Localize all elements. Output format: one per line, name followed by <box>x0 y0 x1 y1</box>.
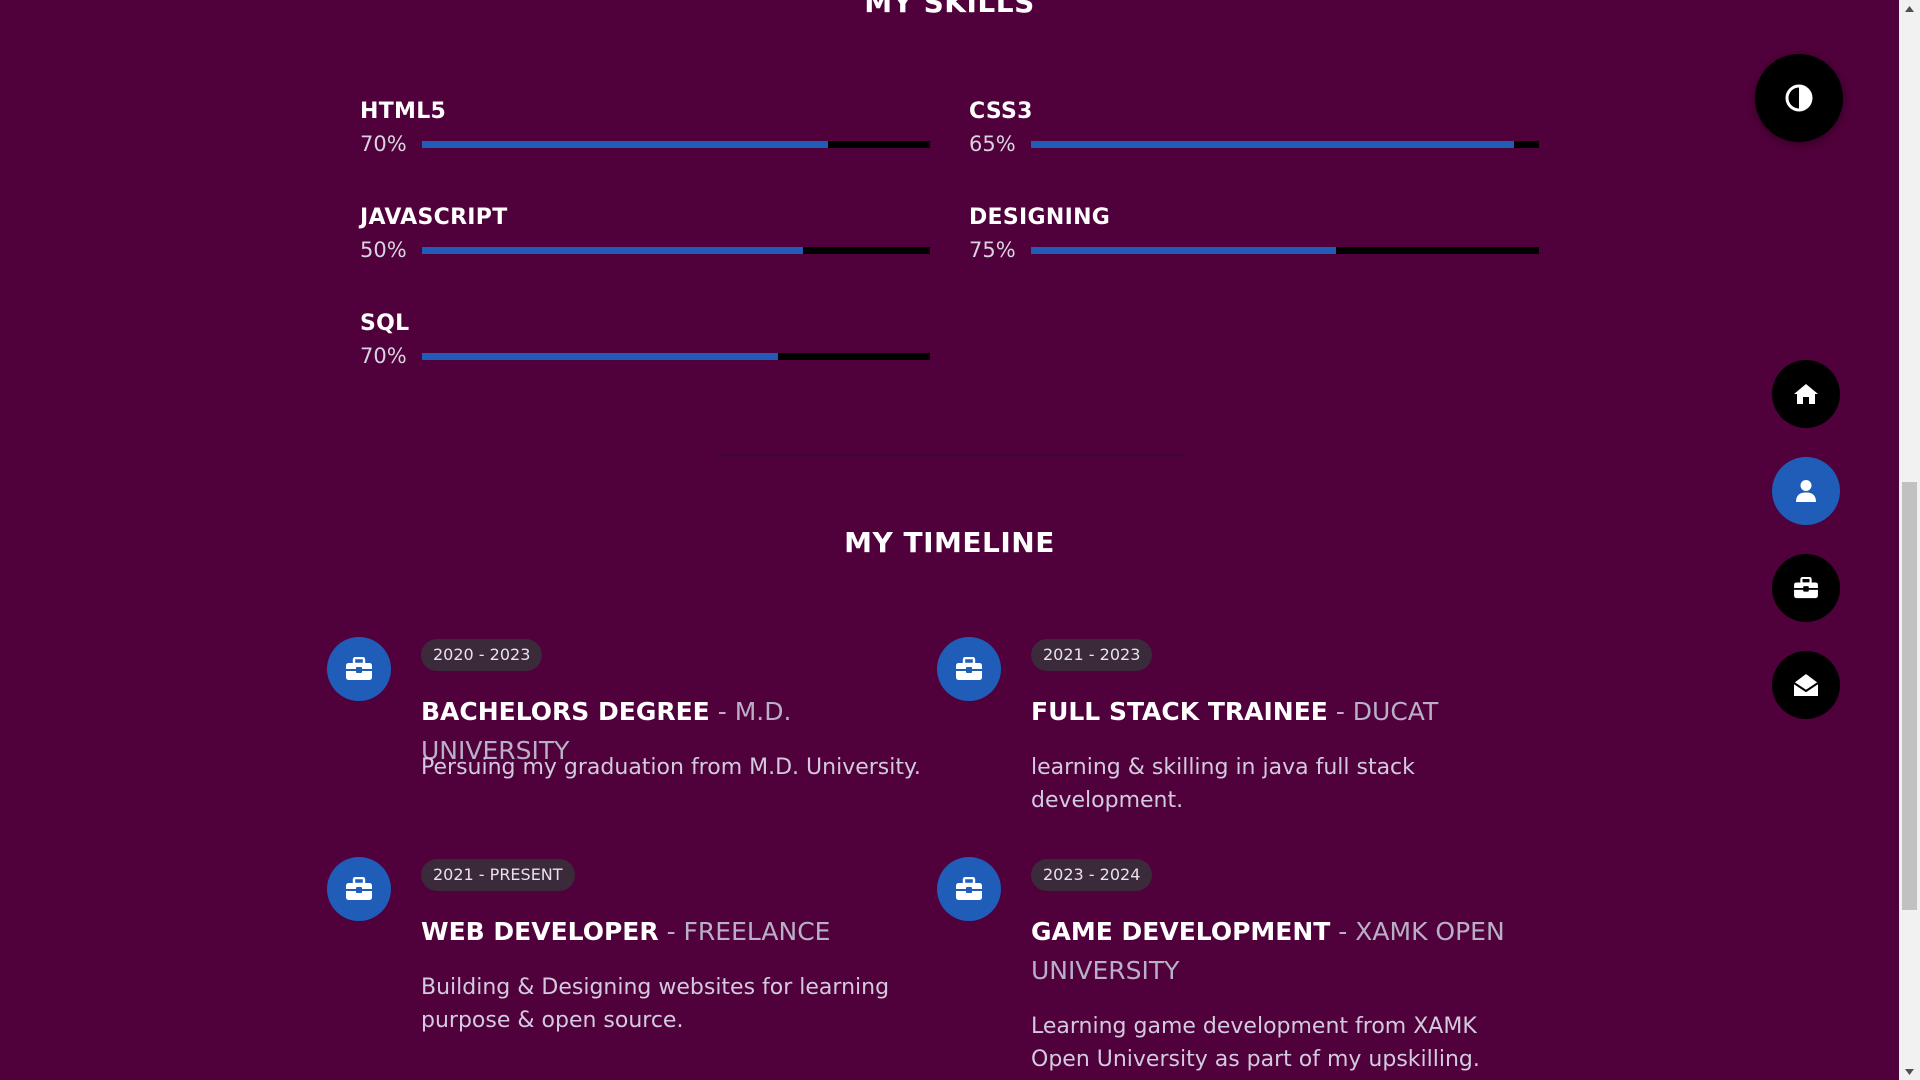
skill-item: SQL 70% <box>360 309 930 373</box>
timeline-description: learning & skilling in java full stack d… <box>1031 755 1415 813</box>
skill-bar-track <box>1031 246 1539 254</box>
skill-percent: 70% <box>360 344 407 368</box>
skill-percent: 70% <box>360 132 407 156</box>
timeline-separator: - <box>658 917 684 946</box>
nav-about-button[interactable] <box>1772 457 1840 525</box>
skills-title: MY SKILLS <box>864 0 1035 19</box>
briefcase-icon <box>1794 577 1818 599</box>
timeline-description: Learning game development from XAMK Open… <box>1031 1014 1480 1072</box>
skill-name: JAVASCRIPT <box>360 205 508 230</box>
timeline-role: FULL STACK TRAINEE <box>1031 697 1328 726</box>
envelope-open-icon <box>1793 674 1819 696</box>
skill-bar-track <box>422 140 930 148</box>
page-scrollbar[interactable] <box>1899 0 1920 1080</box>
skill-name: SQL <box>360 311 410 336</box>
skill-bar-track <box>422 246 930 254</box>
timeline-date-badge: 2023 - 2024 <box>1031 859 1153 891</box>
section-divider <box>716 454 1186 456</box>
skill-bar-fill <box>422 246 803 254</box>
skill-bar-fill <box>422 140 829 148</box>
skill-name: HTML5 <box>360 99 447 124</box>
skill-item: JAVASCRIPT 50% <box>360 203 930 267</box>
scrollbar-thumb[interactable] <box>1902 482 1917 910</box>
skill-name: DESIGNING <box>969 205 1111 230</box>
timeline-title: MY TIMELINE <box>844 526 1055 559</box>
timeline-description: Persuing my graduation from M.D. Univers… <box>421 755 921 780</box>
home-icon <box>1794 384 1818 404</box>
timeline-date-badge: 2020 - 2023 <box>421 639 543 671</box>
skill-item: DESIGNING 75% <box>969 203 1539 267</box>
skill-bar-fill <box>1031 140 1514 148</box>
nav-contact-button[interactable] <box>1772 651 1840 719</box>
timeline-org: DUCAT <box>1352 697 1439 726</box>
skill-name: CSS3 <box>969 99 1033 124</box>
skill-bar-track <box>1031 140 1539 148</box>
nav-home-button[interactable] <box>1772 360 1840 428</box>
timeline-date-badge: 2021 - PRESENT <box>421 859 575 891</box>
timeline-role: GAME DEVELOPMENT <box>1031 917 1331 946</box>
skill-item: CSS3 65% <box>969 97 1539 161</box>
skill-percent: 65% <box>969 132 1016 156</box>
skill-bar-track <box>422 352 930 360</box>
timeline-heading: WEB DEVELOPER - FREELANCE <box>421 912 921 951</box>
theme-toggle-button[interactable] <box>1755 54 1843 142</box>
timeline-separator: - <box>1327 697 1353 726</box>
briefcase-icon <box>937 637 1001 701</box>
user-icon <box>1796 480 1816 502</box>
timeline-heading: GAME DEVELOPMENT - XAMK OPEN UNIVERSITY <box>1031 912 1531 990</box>
briefcase-icon <box>327 637 391 701</box>
timeline-date-badge: 2021 - 2023 <box>1031 639 1153 671</box>
timeline-description: Building & Designing websites for learni… <box>421 975 890 1033</box>
timeline-separator: - <box>1330 917 1356 946</box>
timeline-heading: FULL STACK TRAINEE - DUCAT <box>1031 692 1531 731</box>
contrast-icon <box>1785 84 1813 112</box>
nav-portfolio-button[interactable] <box>1772 554 1840 622</box>
skill-percent: 50% <box>360 238 407 262</box>
timeline-role: WEB DEVELOPER <box>421 917 659 946</box>
timeline-separator: - <box>709 697 735 726</box>
timeline-role: BACHELORS DEGREE <box>421 697 710 726</box>
skill-item: HTML5 70% <box>360 97 930 161</box>
timeline-org: FREELANCE <box>683 917 831 946</box>
portfolio-page: MY SKILLS HTML5 70% CSS3 65% JAVASCRIPT … <box>0 0 1920 1080</box>
briefcase-icon <box>327 857 391 921</box>
skill-percent: 75% <box>969 238 1016 262</box>
scroll-up-arrow-icon[interactable] <box>1899 0 1920 17</box>
skill-bar-fill <box>1031 246 1336 254</box>
scroll-down-arrow-icon[interactable] <box>1899 1063 1920 1080</box>
skill-bar-fill <box>422 352 778 360</box>
briefcase-icon <box>937 857 1001 921</box>
